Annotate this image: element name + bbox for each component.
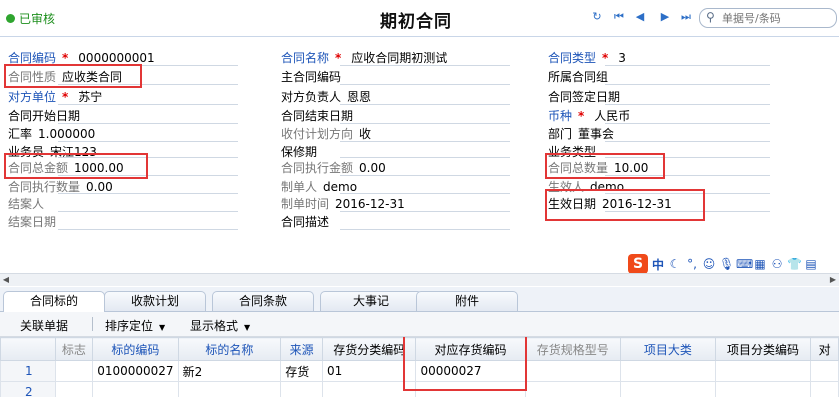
closer-field[interactable]: 结案人 <box>8 195 44 212</box>
contract-group-field[interactable]: 所属合同组 <box>548 68 608 85</box>
cell-project-class[interactable] <box>620 360 716 382</box>
search-icon: ⚲ <box>706 10 715 24</box>
first-record-icon[interactable]: ⏮ <box>613 11 625 23</box>
cell-inventory-category[interactable]: 01 <box>321 360 417 382</box>
prev-record-icon[interactable]: ◀ <box>634 11 646 23</box>
start-date-field[interactable]: 合同开始日期 <box>8 107 80 124</box>
row-number: 1 <box>0 360 56 382</box>
cell-subject-code[interactable]: 0100000027 <box>92 360 179 382</box>
apps-icon[interactable]: ▤ <box>804 257 818 271</box>
cell-source[interactable] <box>280 381 323 397</box>
col-project-cat-code[interactable]: 项目分类编码 <box>714 337 812 361</box>
search-input[interactable] <box>720 10 832 27</box>
user-icon[interactable]: ⚇ <box>770 257 784 271</box>
sort-locate-dropdown[interactable]: 排序定位 ▼ <box>105 317 165 334</box>
contract-header-form: 合同编码 * 0000000001 合同性质 应收类合同 对方单位 * 苏宁 合同开始日期… <box>0 37 839 273</box>
contract-name-field[interactable]: 合同名称 * 应收合同期初测试 <box>281 49 447 66</box>
main-contract-code-field[interactable]: 主合同编码 <box>281 68 341 85</box>
cell-project-cat-code[interactable] <box>714 360 812 382</box>
tab-attachments[interactable]: 附件 <box>416 291 518 311</box>
cell-project-cat-code[interactable] <box>714 381 812 397</box>
cell-flag[interactable] <box>54 360 94 382</box>
col-source[interactable]: 来源 <box>280 337 323 361</box>
col-subject-code[interactable]: 标的编码 <box>92 337 179 361</box>
currency-field[interactable]: 币种 * 人民币 <box>548 107 630 124</box>
header-bar: 已审核 期初合同 ↻ ⏮ ◀ ▶ ⏭ ⚲ <box>0 0 839 37</box>
status-dot-icon <box>6 14 15 23</box>
warranty-field[interactable]: 保修期 <box>281 143 317 160</box>
counterparty-field[interactable]: 对方单位 * 苏宁 <box>8 88 102 105</box>
grid-icon[interactable]: ▦ <box>753 257 767 271</box>
col-flag[interactable]: 标志 <box>54 337 94 361</box>
cell-subject-name[interactable]: 新2 <box>177 360 282 382</box>
create-time-field[interactable]: 制单时间 2016-12-31 <box>281 195 405 212</box>
next-record-icon[interactable]: ▶ <box>659 11 671 23</box>
tab-contract-subject[interactable]: 合同标的 <box>3 291 105 312</box>
cell-source[interactable]: 存货 <box>280 360 323 382</box>
ime-mode-toggle[interactable]: 中 <box>651 256 665 273</box>
col-inventory-category[interactable]: 存货分类编码 <box>321 337 417 361</box>
col-spec[interactable]: 存货规格型号 <box>524 337 622 361</box>
chevron-down-icon: ▼ <box>244 323 251 332</box>
cell-spec[interactable] <box>524 360 622 382</box>
counterparty-person-field[interactable]: 对方负责人 恩恩 <box>281 88 371 105</box>
tab-major-events[interactable]: 大事记 <box>320 291 422 311</box>
keyboard-icon[interactable]: ⌨ <box>736 257 753 271</box>
executed-amount-field[interactable]: 合同执行金额 0.00 <box>281 159 386 176</box>
row-number: 2 <box>0 381 56 397</box>
display-format-dropdown[interactable]: 显示格式 ▼ <box>190 317 250 334</box>
cell-inventory-category[interactable] <box>321 381 417 397</box>
detail-tabs: 合同标的 收款计划 合同条款 大事记 附件 <box>0 287 839 312</box>
chevron-down-icon: ▼ <box>159 323 166 332</box>
end-date-field[interactable]: 合同结束日期 <box>281 107 353 124</box>
form-horizontal-scrollbar[interactable]: ◀ ▶ <box>0 273 839 286</box>
highlight-total-amount <box>4 153 148 179</box>
contract-type-field[interactable]: 合同类型 * 3 <box>548 49 626 66</box>
highlight-effective-date <box>545 189 705 221</box>
grid-toolbar: 关联单据 排序定位 ▼ 显示格式 ▼ <box>0 312 839 337</box>
cell-subject-name[interactable] <box>177 381 282 397</box>
description-field[interactable]: 合同描述 <box>281 213 329 230</box>
col-subject-name[interactable]: 标的名称 <box>177 337 282 361</box>
highlight-total-quantity <box>545 153 665 179</box>
department-field[interactable]: 部门 董事会 <box>548 125 614 142</box>
sign-date-field[interactable]: 合同签定日期 <box>548 88 620 105</box>
col-truncated[interactable]: 对 <box>810 337 839 361</box>
cell-subject-code[interactable] <box>92 381 179 397</box>
highlight-inventory-code <box>403 337 527 391</box>
tab-contract-terms[interactable]: 合同条款 <box>212 291 314 311</box>
cell-project-class[interactable] <box>620 381 716 397</box>
moon-icon[interactable]: ☾ <box>668 257 682 271</box>
cell-flag[interactable] <box>54 381 94 397</box>
search-box[interactable]: ⚲ <box>699 8 837 28</box>
audit-status: 已审核 <box>6 10 55 27</box>
contract-subject-grid: 标志 标的编码 标的名称 来源 存货分类编码 对应存货编码 存货规格型号 项目大… <box>0 337 839 397</box>
microphone-icon[interactable]: 🎙 <box>719 257 734 271</box>
sogou-logo-icon: S <box>628 254 648 274</box>
ime-toolbar[interactable]: S 中 ☾ °, ☺ 🎙 ⌨ ▦ ⚇ 👕 ▤ <box>628 253 839 275</box>
emoji-icon[interactable]: ☺ <box>702 257 716 271</box>
punctuation-icon[interactable]: °, <box>685 257 699 271</box>
audit-status-text: 已审核 <box>19 12 56 26</box>
scroll-right-icon[interactable]: ▶ <box>827 274 839 286</box>
last-record-icon[interactable]: ⏭ <box>680 11 692 23</box>
related-docs-button[interactable]: 关联单据 <box>20 317 68 334</box>
pay-plan-direction-field[interactable]: 收付计划方向收 <box>281 125 371 142</box>
page-title: 期初合同 <box>380 12 452 32</box>
exchange-rate-field[interactable]: 汇率 1.000000 <box>8 125 95 142</box>
refresh-icon[interactable]: ↻ <box>591 11 603 23</box>
tab-collection-plan[interactable]: 收款计划 <box>104 291 206 311</box>
close-date-field[interactable]: 结案日期 <box>8 213 56 230</box>
col-project-class[interactable]: 项目大类 <box>620 337 716 361</box>
shirt-icon[interactable]: 👕 <box>787 257 802 271</box>
scroll-left-icon[interactable]: ◀ <box>0 274 12 286</box>
cell-spec[interactable] <box>524 381 622 397</box>
col-row-num <box>0 337 56 361</box>
highlight-contract-nature <box>4 64 142 88</box>
